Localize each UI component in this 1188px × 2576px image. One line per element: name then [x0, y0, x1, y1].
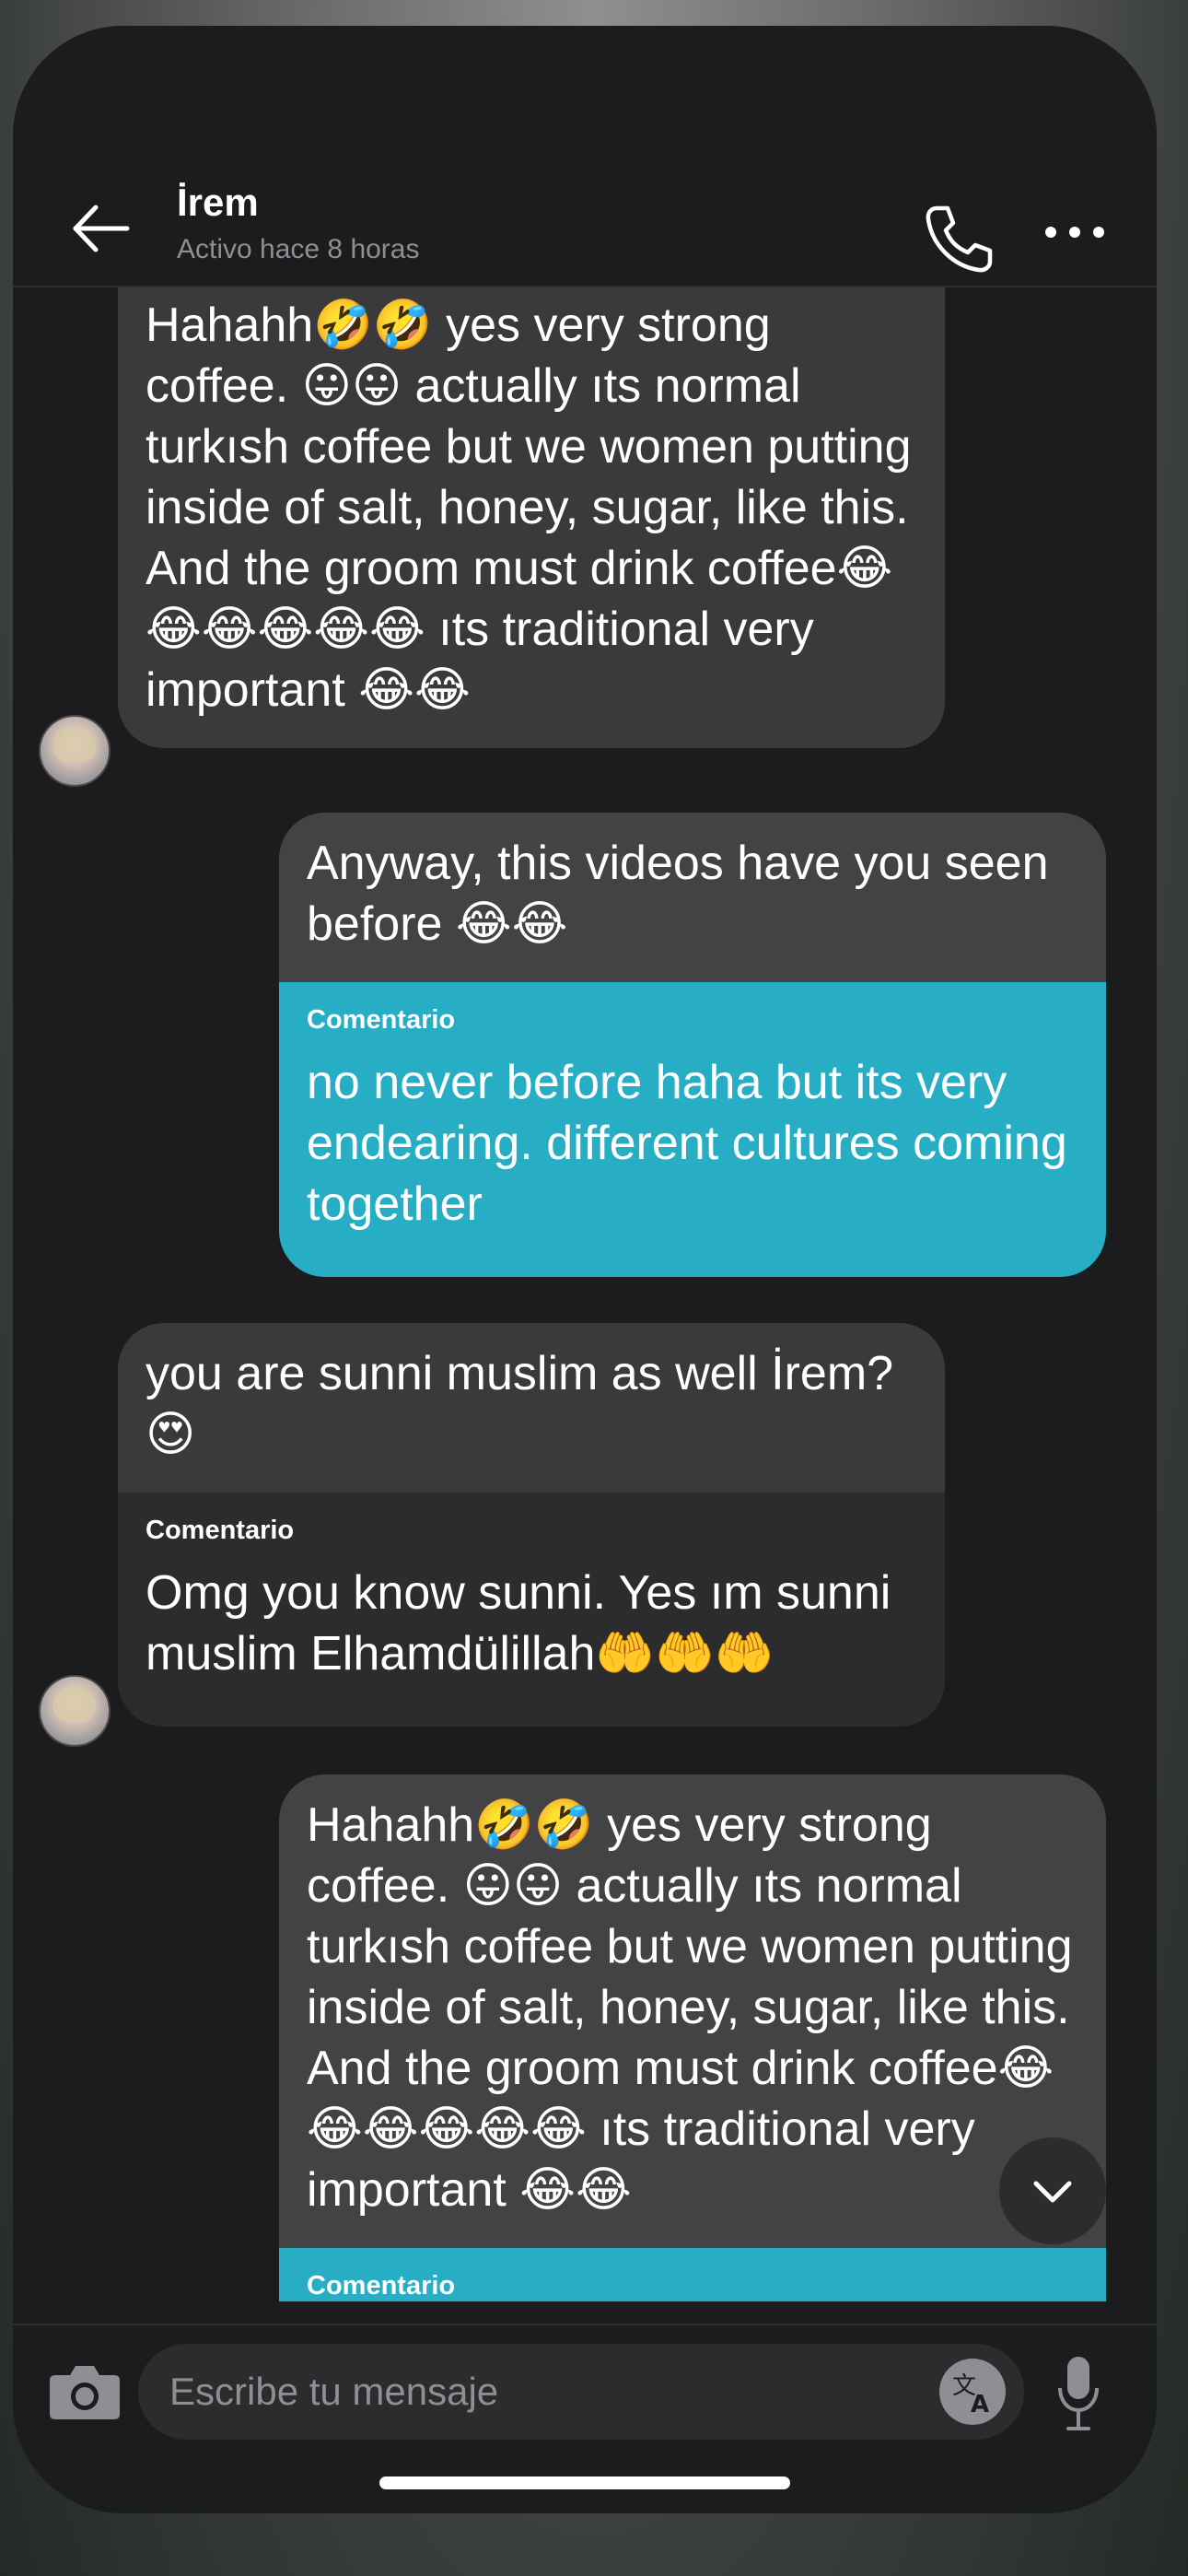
chat-header: İrem Activo hace 8 horas [13, 26, 1157, 287]
contact-name[interactable]: İrem [177, 181, 259, 225]
message-list[interactable]: Hahahh🤣🤣 yes very strong coffee. 😛😛 actu… [13, 286, 1157, 2324]
translate-button[interactable]: 文 A [939, 2359, 1006, 2425]
arrow-left-icon [73, 205, 130, 252]
chevron-down-icon [1033, 2181, 1072, 2203]
back-button[interactable] [68, 196, 133, 261]
message-text: Hahahh🤣🤣 yes very strong coffee. 😛😛 actu… [118, 286, 945, 748]
translate-icon: 文 A [952, 2372, 989, 2418]
more-dots-icon [1045, 227, 1104, 238]
message-text: Hahahh🤣🤣 yes very strong coffee. 😛😛 actu… [279, 1774, 1106, 2248]
home-indicator [379, 2476, 790, 2489]
comment-block: Comentario no never before haha but its … [279, 982, 1106, 1277]
comment-text: no never before haha but its very endear… [307, 1056, 1067, 1231]
comment-label: Comentario [307, 1005, 456, 1035]
scroll-to-bottom-button[interactable] [999, 2137, 1106, 2244]
message-text: Anyway, this videos have you seen before… [279, 813, 1106, 982]
comment-label: Comentario [146, 1516, 295, 1545]
avatar[interactable] [39, 1675, 111, 1747]
comment-block: Comentario Omg you know sunni. Yes ım su… [118, 1493, 945, 1727]
comment-block: Comentario [279, 2248, 1106, 2301]
message-bubble[interactable]: Hahahh🤣🤣 yes very strong coffee. 😛😛 actu… [279, 1774, 1106, 2324]
comment-text: Omg you know sunni. Yes ım sunni muslim … [146, 1566, 891, 1680]
avatar[interactable] [39, 715, 111, 787]
message-text: you are sunni muslim as well İrem? 😍 [118, 1323, 945, 1493]
phone-icon [926, 205, 993, 273]
contact-status: Activo hace 8 horas [177, 234, 420, 264]
microphone-button[interactable] [1055, 2353, 1101, 2436]
comment-label: Comentario [307, 2271, 456, 2301]
message-bubble[interactable]: Hahahh🤣🤣 yes very strong coffee. 😛😛 actu… [118, 286, 945, 748]
message-input[interactable] [138, 2344, 1024, 2440]
call-button[interactable] [920, 201, 994, 275]
svg-text:A: A [971, 2391, 989, 2418]
camera-icon [50, 2366, 120, 2419]
message-bubble[interactable]: you are sunni muslim as well İrem? 😍 Com… [118, 1323, 945, 1727]
microphone-icon [1058, 2357, 1099, 2430]
message-bubble[interactable]: Anyway, this videos have you seen before… [279, 813, 1106, 1277]
phone-screen: İrem Activo hace 8 horas Hahahh🤣🤣 yes ve… [13, 26, 1157, 2513]
more-button[interactable] [1042, 214, 1107, 251]
camera-button[interactable] [48, 2359, 122, 2423]
